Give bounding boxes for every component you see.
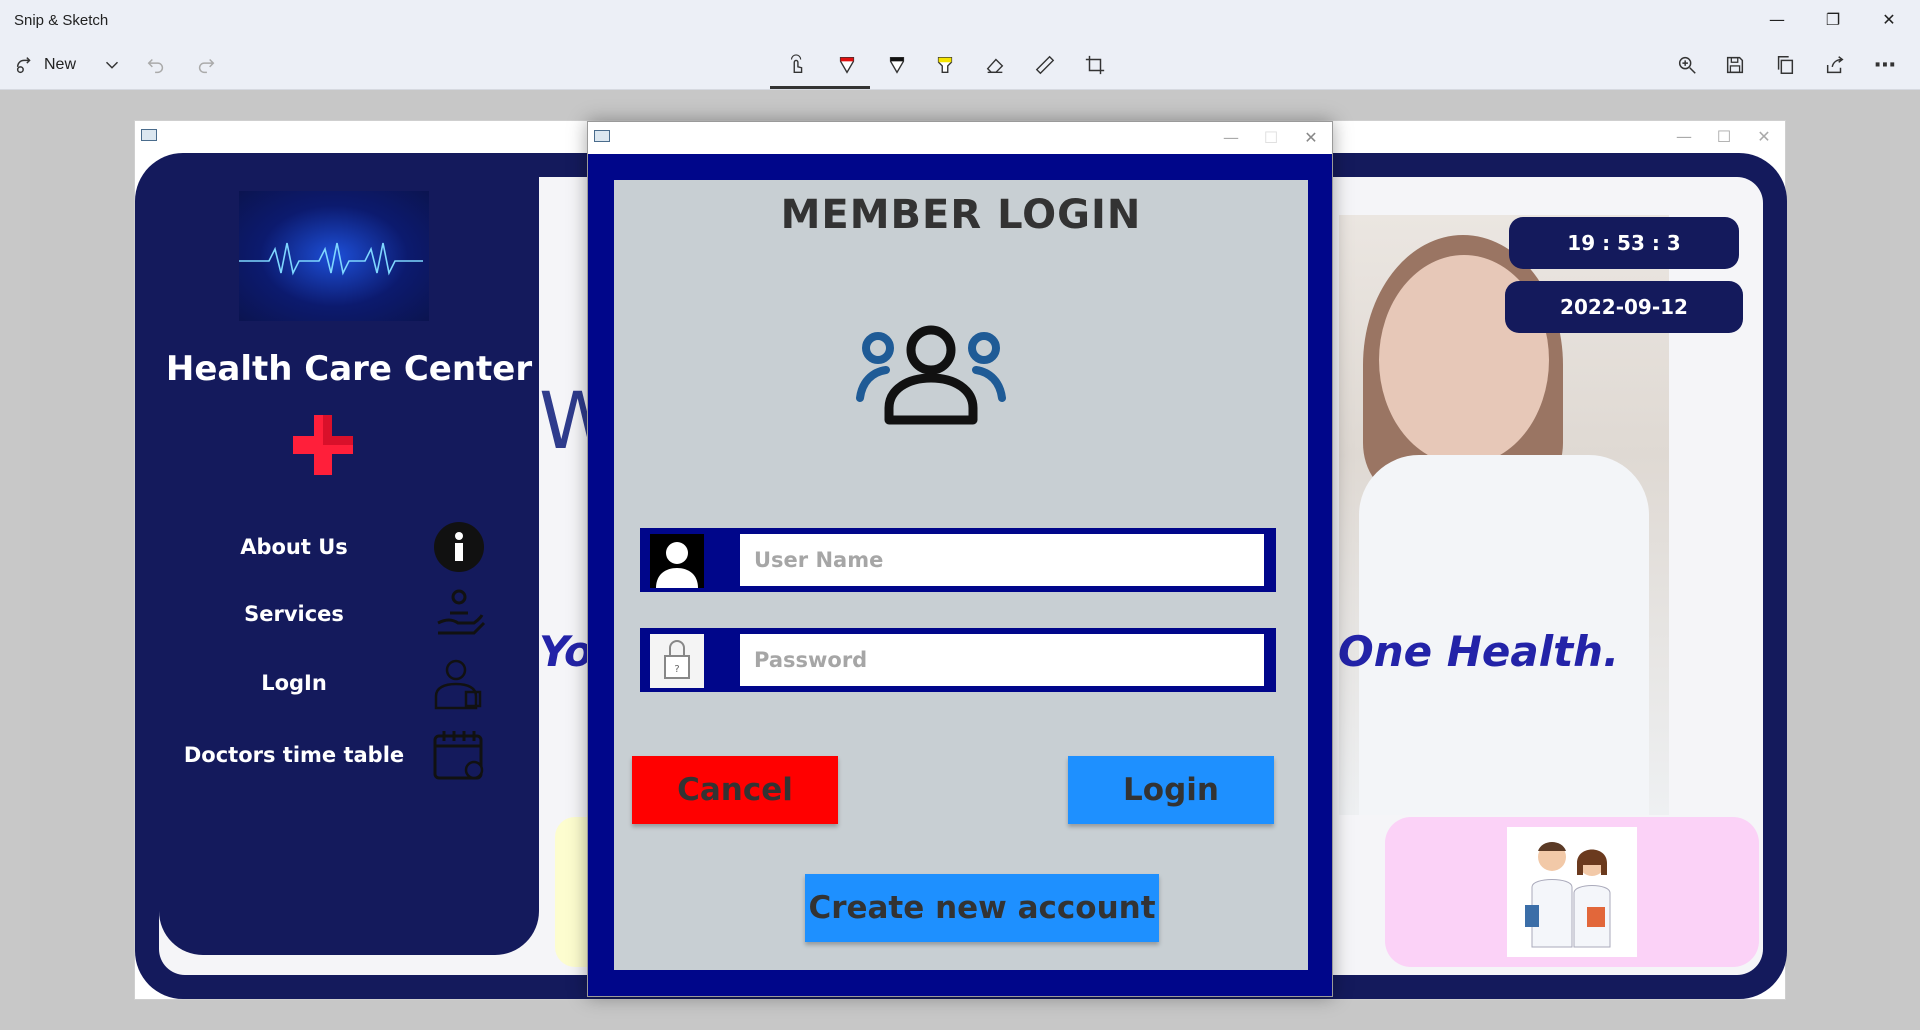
redo-icon — [198, 58, 215, 74]
cancel-button[interactable]: Cancel — [632, 756, 838, 824]
more-icon: ⋯ — [1874, 52, 1896, 78]
undo-icon — [147, 58, 164, 74]
sidebar-item-services[interactable]: Services — [159, 584, 519, 644]
new-label: New — [44, 56, 77, 73]
create-account-button[interactable]: Create new account — [805, 874, 1159, 942]
login-heading: MEMBER LOGIN — [780, 192, 1142, 238]
sidebar-item-label: Services — [244, 602, 344, 626]
dialog-app-icon — [594, 130, 610, 142]
heartbeat-logo — [239, 191, 429, 321]
new-dropdown-button[interactable] — [100, 48, 124, 82]
doctors-card[interactable] — [1385, 817, 1759, 967]
app-title: Snip & Sketch — [14, 12, 109, 29]
brand-title: Health Care Center — [165, 349, 533, 389]
sidebar-item-about-us[interactable]: About Us — [159, 517, 519, 577]
password-input[interactable] — [740, 634, 1264, 686]
pencil-icon — [889, 56, 905, 74]
snip-titlebar: Snip & Sketch — ❐ ✕ — [0, 0, 1920, 40]
copy-button[interactable] — [1770, 48, 1800, 82]
crop-button[interactable] — [1080, 48, 1110, 82]
hand-care-icon — [429, 584, 489, 644]
date-display: 2022-09-12 — [1505, 281, 1743, 333]
sidebar-item-label: LogIn — [261, 671, 327, 695]
login-button[interactable]: Login — [1068, 756, 1274, 824]
tagline-left: Yo — [539, 627, 593, 676]
close-button[interactable]: ✕ — [1866, 6, 1912, 34]
minimize-button[interactable]: — — [1754, 6, 1800, 34]
redo-button[interactable] — [194, 48, 218, 82]
ballpoint-pen-icon — [839, 56, 855, 74]
doctors-illustration — [1507, 827, 1637, 957]
snip-icon — [16, 57, 31, 74]
touch-writing-icon — [790, 54, 803, 74]
more-options-button[interactable]: ⋯ — [1870, 48, 1900, 82]
new-snip-button[interactable]: New — [14, 48, 76, 82]
snip-toolbar: New ⋯ — [0, 40, 1920, 90]
lock-icon: ? — [650, 634, 704, 688]
zoom-in-icon — [1678, 56, 1696, 74]
red-cross-icon — [293, 415, 353, 475]
ballpoint-pen-button[interactable] — [832, 48, 862, 82]
undo-button[interactable] — [144, 48, 168, 82]
password-row: ? — [640, 628, 1276, 692]
pencil-button[interactable] — [882, 48, 912, 82]
chevron-down-icon — [105, 61, 119, 69]
tagline-right: l One Health. — [1309, 627, 1620, 676]
user-icon — [650, 534, 704, 588]
users-group-icon — [856, 325, 1006, 425]
username-input[interactable] — [740, 534, 1264, 586]
touch-writing-button[interactable] — [782, 48, 812, 82]
dialog-close-button[interactable]: ✕ — [1288, 124, 1334, 152]
copy-icon — [1777, 56, 1794, 74]
info-icon — [429, 517, 489, 577]
crop-icon — [1085, 55, 1105, 75]
share-button[interactable] — [1820, 48, 1850, 82]
doctor-icon — [429, 653, 489, 713]
svg-text:?: ? — [674, 664, 679, 675]
heartbeat-icon — [239, 242, 423, 276]
window-app-icon — [141, 129, 157, 141]
save-icon — [1726, 56, 1744, 74]
login-dialog-titlebar: — ☐ ✕ — [588, 122, 1332, 154]
zoom-button[interactable] — [1672, 48, 1702, 82]
restore-button[interactable]: ❐ — [1810, 6, 1856, 34]
share-icon — [1826, 56, 1844, 74]
eraser-button[interactable] — [980, 48, 1010, 82]
sidebar: Health Care Center About Us Services Log… — [159, 177, 539, 955]
sidebar-item-label: About Us — [240, 535, 348, 559]
sidebar-item-doctors-time-table[interactable]: Doctors time table — [159, 725, 519, 785]
ruler-icon — [1035, 55, 1055, 75]
login-panel: MEMBER LOGIN User Name ? Cancel Login Cr… — [614, 180, 1308, 970]
login-dialog-body: MEMBER LOGIN User Name ? Cancel Login Cr… — [588, 154, 1332, 996]
sidebar-item-login[interactable]: LogIn — [159, 653, 519, 713]
ruler-button[interactable] — [1030, 48, 1060, 82]
calendar-icon — [429, 725, 489, 785]
save-button[interactable] — [1720, 48, 1750, 82]
highlighter-button[interactable] — [930, 48, 960, 82]
eraser-icon — [986, 58, 1004, 74]
sidebar-item-label: Doctors time table — [183, 743, 405, 767]
username-row — [640, 528, 1276, 592]
bg-close-button[interactable]: ✕ — [1741, 123, 1787, 151]
highlighter-icon — [937, 56, 953, 74]
active-tool-indicator — [770, 86, 870, 89]
login-dialog: — ☐ ✕ MEMBER LOGIN User Name ? Cancel Lo… — [587, 121, 1333, 997]
clock-display: 19 : 53 : 3 — [1509, 217, 1739, 269]
